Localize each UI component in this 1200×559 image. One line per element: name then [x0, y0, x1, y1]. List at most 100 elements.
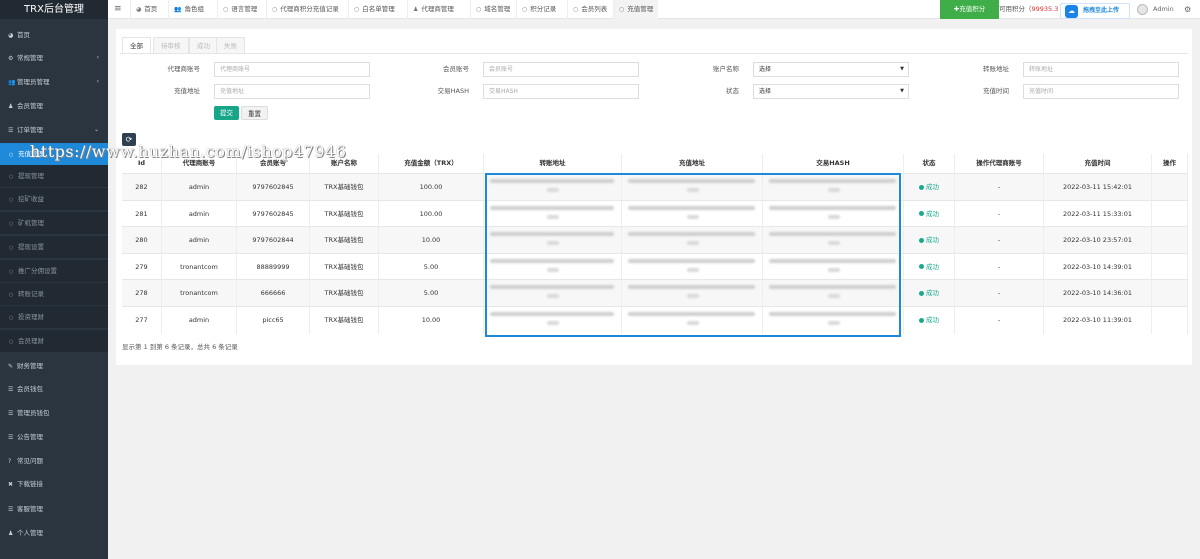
- sidebar-item-label: 个人管理: [17, 529, 43, 537]
- tab-8[interactable]: ○ 会员列表: [567, 0, 612, 19]
- sidebar-item-16[interactable]: ☰ 管理员钱包: [0, 402, 108, 424]
- sidebar-item-label: 会员管理: [17, 102, 43, 110]
- cell-account: TRX基础钱包: [310, 200, 379, 228]
- cell-id: 282: [122, 174, 162, 201]
- cell-op_agent: -: [955, 227, 1044, 255]
- selection-box: [485, 173, 901, 337]
- tab-7[interactable]: ○ 积分记录: [516, 0, 561, 19]
- tab-5[interactable]: ♟ 代理商管理: [407, 0, 459, 19]
- cell-actions[interactable]: [1152, 200, 1188, 228]
- sidebar-item-label: 会员理财: [18, 337, 44, 345]
- reset-button[interactable]: 重置: [241, 106, 268, 120]
- cell-member: 666666: [237, 280, 310, 308]
- column-header[interactable]: 转账地址: [484, 154, 622, 173]
- agent-no-label: 代理商账号: [167, 65, 201, 73]
- tab-1[interactable]: 👥 角色组: [168, 0, 209, 19]
- status-badge: 成功: [904, 174, 955, 201]
- submit-button[interactable]: 提交: [214, 106, 239, 120]
- sidebar-item-3[interactable]: ♟ 会员管理: [0, 95, 108, 117]
- cell-actions[interactable]: [1152, 280, 1188, 308]
- sidebar-item-14[interactable]: ✎ 财务管理: [0, 355, 108, 377]
- sidebar-item-0[interactable]: ◕ 首页: [0, 24, 108, 46]
- status-select[interactable]: 选择 ▼: [753, 84, 909, 99]
- recharge-time-input[interactable]: 充值时间: [1023, 84, 1179, 99]
- recharge-addr-input[interactable]: 充值地址: [214, 84, 370, 99]
- circle-icon: ○: [9, 315, 14, 321]
- cell-actions[interactable]: [1152, 307, 1188, 334]
- sidebar-item-19[interactable]: ✖ 下载链接: [0, 473, 108, 495]
- sidebar-item-label: 客服管理: [17, 505, 43, 513]
- sidebar-item-15[interactable]: ☰ 会员钱包: [0, 378, 108, 400]
- tab-6[interactable]: ○ 域名管理: [470, 0, 515, 19]
- column-header[interactable]: 充值地址: [622, 154, 763, 173]
- cell-account: TRX基础钱包: [310, 253, 379, 281]
- list-icon: ☰: [8, 434, 14, 441]
- recharge-credit-button[interactable]: ✚充值积分: [940, 0, 999, 19]
- circle-icon: ○: [9, 339, 14, 345]
- cell-actions[interactable]: [1152, 253, 1188, 281]
- sidebar-item-1[interactable]: ⚙ 常规管理 ‹: [0, 47, 108, 69]
- sidebar-item-13[interactable]: ○ 会员理财: [0, 330, 108, 352]
- tab-label: 域名管理: [484, 5, 511, 13]
- status-label: 成功: [926, 209, 939, 218]
- gears-icon[interactable]: ⚙: [1184, 0, 1191, 19]
- tab-2[interactable]: ○ 语言管理: [217, 0, 262, 19]
- close-icon: ✖: [8, 481, 14, 488]
- tab-0[interactable]: ◕ 首页: [130, 0, 162, 19]
- list-icon: ☰: [8, 506, 14, 513]
- app-title: TRX后台管理: [0, 0, 108, 19]
- sidebar-item-7[interactable]: ○ 挖矿收益: [0, 188, 108, 210]
- column-header[interactable]: 充值时间: [1044, 154, 1152, 173]
- cell-id: 277: [122, 307, 162, 334]
- sidebar-item-17[interactable]: ☰ 公告管理: [0, 426, 108, 448]
- cell-op_agent: -: [955, 253, 1044, 281]
- status-badge: 成功: [904, 280, 955, 308]
- account-name-select[interactable]: 选择 ▼: [753, 62, 909, 77]
- caret-down-icon: ▼: [900, 66, 904, 72]
- cell-agent: tronantcom: [162, 253, 237, 281]
- avatar[interactable]: [1137, 4, 1148, 15]
- dashboard-icon: ◕: [136, 6, 142, 13]
- column-header[interactable]: 状态: [904, 154, 955, 173]
- hamburger-menu-icon[interactable]: ≡: [114, 0, 122, 19]
- tab-9[interactable]: ○ 充值管理: [613, 0, 659, 19]
- tab-4[interactable]: ○ 白名单管理: [348, 0, 400, 19]
- sidebar-item-4[interactable]: ☰ 订单管理 ⌄: [0, 119, 108, 141]
- tx-hash-input[interactable]: 交易HASH: [483, 84, 639, 99]
- cell-actions[interactable]: [1152, 174, 1188, 201]
- column-header[interactable]: 充值金额（TRX）: [379, 154, 484, 173]
- cell-amount: 100.00: [379, 174, 484, 201]
- cell-actions[interactable]: [1152, 227, 1188, 255]
- member-no-input[interactable]: 会员账号: [483, 62, 639, 77]
- sidebar-item-20[interactable]: ☰ 客服管理: [0, 498, 108, 520]
- sidebar-item-6[interactable]: ○ 提现管理: [0, 165, 108, 187]
- cell-account: TRX基础钱包: [310, 174, 379, 201]
- status-label: 成功: [926, 236, 939, 245]
- sidebar-item-18[interactable]: ? 常见问题: [0, 450, 108, 472]
- agent-no-input[interactable]: 代理商账号: [214, 62, 370, 77]
- sidebar-item-21[interactable]: ♟ 个人管理: [0, 522, 108, 544]
- gears-icon: ⚙: [8, 55, 14, 62]
- column-header[interactable]: 操作代理商账号: [955, 154, 1044, 173]
- cell-id: 281: [122, 200, 162, 228]
- filter-tab-3[interactable]: 失败: [216, 37, 245, 54]
- column-header[interactable]: 操作: [1152, 154, 1188, 173]
- transfer-addr-input[interactable]: 转账地址: [1023, 62, 1179, 77]
- tab-3[interactable]: ○ 代理商积分充值记录: [266, 0, 344, 19]
- sidebar-item-11[interactable]: ○ 转账记录: [0, 283, 108, 305]
- admin-name[interactable]: Admin: [1153, 0, 1174, 19]
- sidebar-item-9[interactable]: ○ 提现设置: [0, 236, 108, 258]
- circle-icon: ○: [9, 292, 14, 298]
- tab-label: 代理商管理: [421, 5, 454, 13]
- sidebar-item-8[interactable]: ○ 矿机管理: [0, 212, 108, 234]
- filter-tab-2[interactable]: 成功: [189, 37, 218, 54]
- upload-dropzone[interactable]: ☁ 拖拽至此上传: [1060, 3, 1130, 19]
- sidebar-item-10[interactable]: ○ 推广分佣设置: [0, 260, 108, 282]
- column-header[interactable]: 交易HASH: [763, 154, 904, 173]
- sidebar-item-label: 转账记录: [18, 290, 44, 298]
- filter-tab-1[interactable]: 待审核: [153, 37, 189, 54]
- filter-tab-0[interactable]: 全部: [122, 37, 151, 54]
- sidebar-item-label: 矿机管理: [18, 219, 44, 227]
- sidebar-item-12[interactable]: ○ 投资理财: [0, 306, 108, 328]
- sidebar-item-2[interactable]: 👥 管理员管理 ‹: [0, 71, 108, 93]
